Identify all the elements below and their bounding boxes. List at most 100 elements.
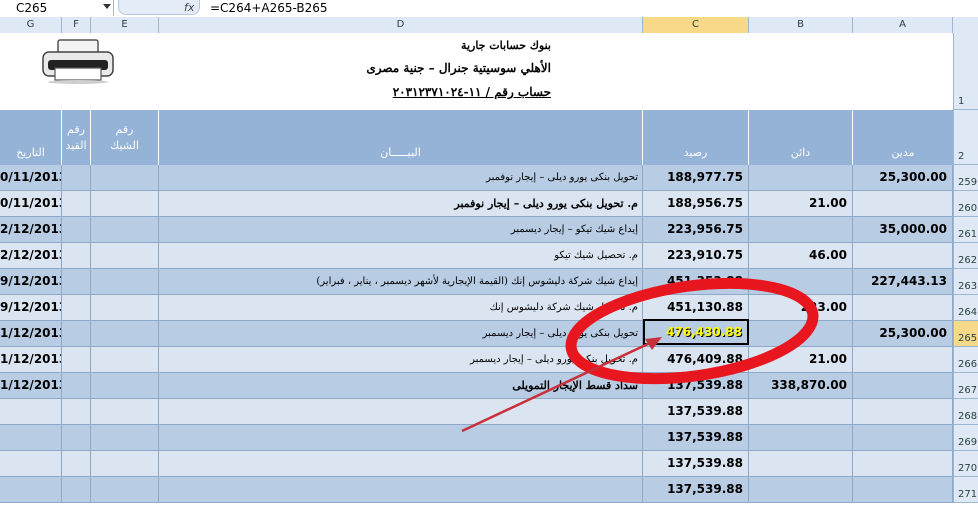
balance-cell[interactable]: 137,539.88 xyxy=(643,451,749,476)
cheque-no-cell[interactable] xyxy=(91,217,159,242)
date-cell[interactable] xyxy=(0,425,62,450)
debit-cell[interactable] xyxy=(853,399,953,424)
debit-cell[interactable] xyxy=(853,347,953,372)
balance-cell[interactable]: 223,956.75 xyxy=(643,217,749,242)
date-cell[interactable] xyxy=(0,399,62,424)
column-header-e[interactable]: E xyxy=(91,17,159,33)
row-header[interactable]: 267 xyxy=(953,373,978,399)
cheque-no-cell[interactable] xyxy=(91,295,159,320)
cheque-no-cell[interactable] xyxy=(91,321,159,346)
formula-input[interactable]: =C264+A265-B265 xyxy=(210,0,328,16)
name-box[interactable]: C265 xyxy=(0,0,114,16)
debit-cell[interactable] xyxy=(853,243,953,268)
row-header-2[interactable]: 2 xyxy=(953,110,978,165)
column-header-f[interactable]: F xyxy=(62,17,91,33)
credit-cell[interactable]: 338,870.00 xyxy=(749,373,853,398)
printer-icon[interactable] xyxy=(40,38,116,84)
date-cell[interactable] xyxy=(0,451,62,476)
description-cell[interactable]: تحويل بنكى يورو ديلى – إيجار نوفمبر xyxy=(159,165,643,190)
debit-cell[interactable]: 227,443.13 xyxy=(853,269,953,294)
credit-cell[interactable]: 223.00 xyxy=(749,295,853,320)
description-cell[interactable] xyxy=(159,477,643,502)
description-cell[interactable]: م. تحصيل شيك تيكو xyxy=(159,243,643,268)
date-cell[interactable]: 9/12/2013 xyxy=(0,295,62,320)
debit-cell[interactable]: 25,300.00 xyxy=(853,165,953,190)
row-header[interactable]: 263 xyxy=(953,269,978,295)
debit-cell[interactable] xyxy=(853,425,953,450)
chevron-down-icon[interactable] xyxy=(103,4,111,9)
row-header[interactable]: 270 xyxy=(953,451,978,477)
cheque-no-cell[interactable] xyxy=(91,191,159,216)
date-cell[interactable]: 0/11/2013 xyxy=(0,191,62,216)
balance-cell[interactable]: 137,539.88 xyxy=(643,425,749,450)
entry-no-cell[interactable] xyxy=(62,217,91,242)
balance-cell[interactable]: 188,977.75 xyxy=(643,165,749,190)
entry-no-cell[interactable] xyxy=(62,373,91,398)
credit-cell[interactable] xyxy=(749,451,853,476)
cheque-no-cell[interactable] xyxy=(91,373,159,398)
debit-cell[interactable]: 25,300.00 xyxy=(853,321,953,346)
description-cell[interactable]: تحويل بنكى يورو ديلى – إيجار ديسمبر xyxy=(159,321,643,346)
entry-no-cell[interactable] xyxy=(62,165,91,190)
row-header[interactable]: 271 xyxy=(953,477,978,503)
credit-cell[interactable] xyxy=(749,425,853,450)
column-header-g[interactable]: G xyxy=(0,17,62,33)
column-header-d[interactable]: D xyxy=(159,17,643,33)
date-cell[interactable]: 1/12/2013 xyxy=(0,321,62,346)
credit-cell[interactable] xyxy=(749,269,853,294)
credit-cell[interactable]: 46.00 xyxy=(749,243,853,268)
date-cell[interactable]: 2/12/2013 xyxy=(0,217,62,242)
entry-no-cell[interactable] xyxy=(62,321,91,346)
debit-cell[interactable]: 35,000.00 xyxy=(853,217,953,242)
column-header-b[interactable]: B xyxy=(749,17,853,33)
balance-cell[interactable]: 188,956.75 xyxy=(643,191,749,216)
debit-cell[interactable] xyxy=(853,191,953,216)
active-cell[interactable]: 476,430.88 xyxy=(643,319,749,345)
cheque-no-cell[interactable] xyxy=(91,243,159,268)
entry-no-cell[interactable] xyxy=(62,425,91,450)
debit-cell[interactable] xyxy=(853,373,953,398)
row-header[interactable]: 268 xyxy=(953,399,978,425)
description-cell[interactable] xyxy=(159,399,643,424)
credit-cell[interactable] xyxy=(749,321,853,346)
debit-cell[interactable] xyxy=(853,451,953,476)
description-cell[interactable]: إيداع شيك شركة دليشوس إنك (القيمة الإيجا… xyxy=(159,269,643,294)
row-header[interactable]: 261 xyxy=(953,217,978,243)
credit-cell[interactable] xyxy=(749,165,853,190)
cheque-no-cell[interactable] xyxy=(91,165,159,190)
description-cell[interactable]: م. تحويل بنكى يورو ديلى – إيجار نوفمبر xyxy=(159,191,643,216)
date-cell[interactable]: 1/12/2013 xyxy=(0,373,62,398)
cheque-no-cell[interactable] xyxy=(91,425,159,450)
entry-no-cell[interactable] xyxy=(62,347,91,372)
entry-no-cell[interactable] xyxy=(62,295,91,320)
row-header[interactable]: 262 xyxy=(953,243,978,269)
description-cell[interactable]: سداد قسط الإيجار التمويلى xyxy=(159,373,643,398)
credit-cell[interactable]: 21.00 xyxy=(749,347,853,372)
row-header[interactable]: 264 xyxy=(953,295,978,321)
entry-no-cell[interactable] xyxy=(62,243,91,268)
description-cell[interactable]: م. تحصيل شيك شركة دليشوس إنك xyxy=(159,295,643,320)
balance-cell[interactable]: 137,539.88 xyxy=(643,373,749,398)
balance-cell[interactable]: 223,910.75 xyxy=(643,243,749,268)
date-cell[interactable]: 9/12/2013 xyxy=(0,269,62,294)
entry-no-cell[interactable] xyxy=(62,269,91,294)
description-cell[interactable] xyxy=(159,425,643,450)
entry-no-cell[interactable] xyxy=(62,477,91,502)
select-all-corner[interactable] xyxy=(953,17,978,33)
cheque-no-cell[interactable] xyxy=(91,269,159,294)
entry-no-cell[interactable] xyxy=(62,399,91,424)
fx-icon[interactable]: fx xyxy=(184,0,194,16)
row-header[interactable]: 269 xyxy=(953,425,978,451)
debit-cell[interactable] xyxy=(853,477,953,502)
row-header-1[interactable]: 1 xyxy=(953,33,978,110)
credit-cell[interactable]: 21.00 xyxy=(749,191,853,216)
description-cell[interactable]: إيداع شيك تيكو – إيجار ديسمبر xyxy=(159,217,643,242)
row-header[interactable]: 260 xyxy=(953,191,978,217)
date-cell[interactable]: 2/12/2013 xyxy=(0,243,62,268)
balance-cell[interactable]: 137,539.88 xyxy=(643,399,749,424)
credit-cell[interactable] xyxy=(749,399,853,424)
date-cell[interactable]: 1/12/2013 xyxy=(0,347,62,372)
cheque-no-cell[interactable] xyxy=(91,451,159,476)
description-cell[interactable] xyxy=(159,451,643,476)
column-header-c[interactable]: C xyxy=(643,17,749,33)
